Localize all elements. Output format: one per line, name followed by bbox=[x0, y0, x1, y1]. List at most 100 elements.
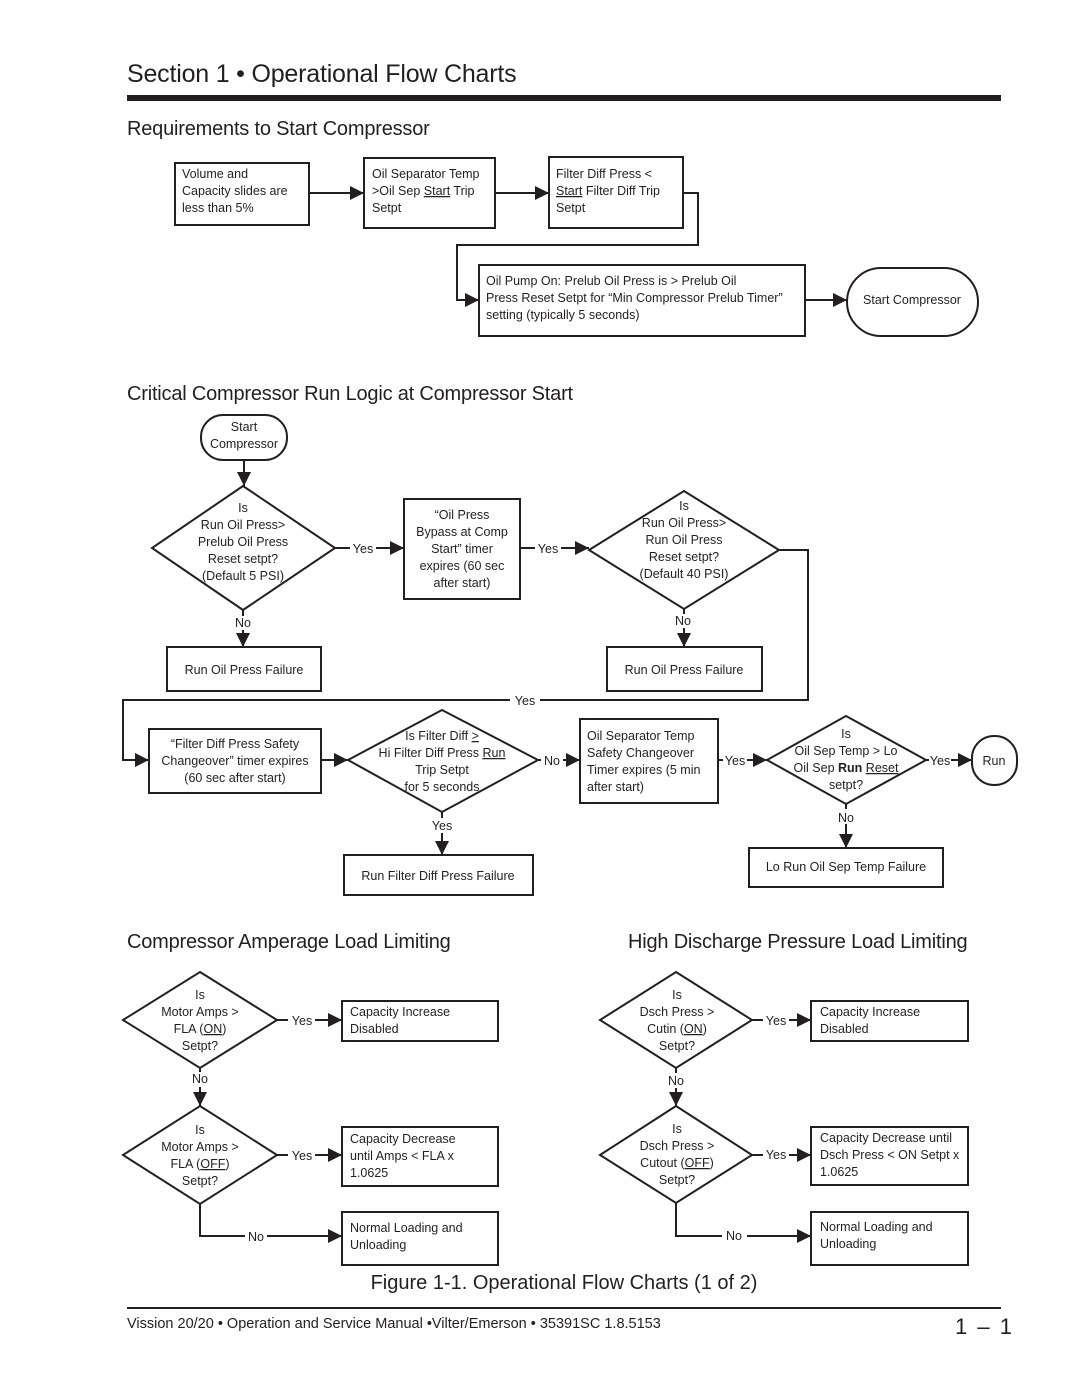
run-text: Run bbox=[983, 754, 1006, 768]
d3-text-4: for 5 seconds bbox=[404, 780, 479, 794]
label-no: No bbox=[192, 1072, 208, 1086]
page-number: 1 – 1 bbox=[955, 1314, 1014, 1339]
d2-text-1: Is bbox=[679, 499, 689, 513]
dsch-on-text-3: Cutin (ON) bbox=[647, 1022, 707, 1036]
d4-text-1: Is bbox=[841, 727, 851, 741]
dsch-box1-text-2: Disabled bbox=[820, 1022, 869, 1036]
amps-box1-text-1: Capacity Increase bbox=[350, 1005, 450, 1019]
d1-text-2: Run Oil Press> bbox=[201, 518, 285, 532]
label-no: No bbox=[726, 1229, 742, 1243]
amps-off-text-2: Motor Amps > bbox=[161, 1140, 238, 1154]
sep-fail-text: Lo Run Oil Sep Temp Failure bbox=[766, 860, 926, 874]
label-yes: Yes bbox=[432, 819, 452, 833]
pump-text-2: Press Reset Setpt for “Min Compressor Pr… bbox=[486, 291, 783, 305]
dsch-box3-text-1: Normal Loading and bbox=[820, 1220, 933, 1234]
amps-off-text-4: Setpt? bbox=[182, 1174, 218, 1188]
decision-amps-off bbox=[121, 1104, 279, 1206]
dsch-box2-text-2: Dsch Press < ON Setpt x bbox=[820, 1148, 960, 1162]
label-yes: Yes bbox=[292, 1149, 312, 1163]
d1-text-3: Prelub Oil Press bbox=[198, 535, 288, 549]
dsch-off-text-2: Dsch Press > bbox=[640, 1139, 715, 1153]
d2-text-3: Run Oil Press bbox=[645, 533, 722, 547]
d2-text-4: Reset setpt? bbox=[649, 550, 719, 564]
oilsep-text-2: >Oil Sep Start Trip bbox=[372, 184, 475, 198]
decision-amps-on bbox=[121, 970, 279, 1070]
d1-text-5: (Default 5 PSI) bbox=[202, 569, 284, 583]
label-yes: Yes bbox=[538, 542, 558, 556]
d2-text-2: Run Oil Press> bbox=[642, 516, 726, 530]
label-yes: Yes bbox=[515, 694, 535, 708]
filter-text-1: Filter Diff Press < bbox=[556, 167, 652, 181]
dsch-box3-text-2: Unloading bbox=[820, 1237, 876, 1251]
label-yes: Yes bbox=[353, 542, 373, 556]
dsch-off-text-3: Cutout (OFF) bbox=[640, 1156, 714, 1170]
decision-dsch-off bbox=[598, 1104, 754, 1205]
d1-text-4: Reset setpt? bbox=[208, 552, 278, 566]
dsch-box2-text-1: Capacity Decrease until bbox=[820, 1131, 952, 1145]
bypass-text-2: Bypass at Comp bbox=[416, 525, 508, 539]
filter-timer-text-1: “Filter Diff Press Safety bbox=[171, 737, 300, 751]
bypass-text-4: expires (60 sec bbox=[420, 559, 505, 573]
amps-box2-text-3: 1.0625 bbox=[350, 1166, 388, 1180]
label-no: No bbox=[248, 1230, 264, 1244]
oilsep-text-3: Setpt bbox=[372, 201, 402, 215]
d3-text-2: Hi Filter Diff Press Run bbox=[379, 746, 506, 760]
decision-dsch-on bbox=[598, 970, 754, 1070]
d3-text-3: Trip Setpt bbox=[415, 763, 469, 777]
amps-off-text-1: Is bbox=[195, 1123, 205, 1137]
label-yes: Yes bbox=[766, 1014, 786, 1028]
slides-text-3: less than 5% bbox=[182, 201, 254, 215]
amps-on-text-2: Motor Amps > bbox=[161, 1005, 238, 1019]
d4-text-2: Oil Sep Temp > Lo bbox=[795, 744, 898, 758]
label-no: No bbox=[544, 754, 560, 768]
label-no: No bbox=[235, 616, 251, 630]
filter-text-2: Start Filter Diff Trip bbox=[556, 184, 660, 198]
run-start-text-2: Compressor bbox=[210, 437, 278, 451]
label-no: No bbox=[838, 811, 854, 825]
filter-fail-text: Run Filter Diff Press Failure bbox=[361, 869, 514, 883]
dsch-off-text-4: Setpt? bbox=[659, 1173, 695, 1187]
label-yes: Yes bbox=[292, 1014, 312, 1028]
amps-box2-text-1: Capacity Decrease bbox=[350, 1132, 456, 1146]
label-no: No bbox=[668, 1074, 684, 1088]
amps-on-text-3: FLA (ON) bbox=[174, 1022, 227, 1036]
run-start-text-1: Start bbox=[231, 420, 258, 434]
footer-rule bbox=[127, 1307, 1001, 1309]
edge-dsch-off-no-a bbox=[675, 1203, 722, 1237]
dsch-on-text-4: Setpt? bbox=[659, 1039, 695, 1053]
fail1-text: Run Oil Press Failure bbox=[185, 663, 304, 677]
amps-box3-text-1: Normal Loading and bbox=[350, 1221, 463, 1235]
d4-text-4: setpt? bbox=[829, 778, 863, 792]
sep-timer-text-4: after start) bbox=[587, 780, 644, 794]
label-yes: Yes bbox=[930, 754, 950, 768]
footer-text: Vission 20/20 • Operation and Service Ma… bbox=[127, 1316, 661, 1332]
sep-timer-text-3: Timer expires (5 min bbox=[587, 763, 700, 777]
label-yes: Yes bbox=[725, 754, 745, 768]
d3-text-1: Is Filter Diff > bbox=[405, 729, 479, 743]
filter-text-3: Setpt bbox=[556, 201, 586, 215]
amps-box3-text-2: Unloading bbox=[350, 1238, 406, 1252]
slides-text-2: Capacity slides are bbox=[182, 184, 288, 198]
sep-timer-text-2: Safety Changeover bbox=[587, 746, 694, 760]
start-compressor-text: Start Compressor bbox=[863, 293, 961, 307]
d4-text-3: Oil Sep Run Reset bbox=[794, 761, 899, 775]
amps-box2-text-2: until Amps < FLA x bbox=[350, 1149, 455, 1163]
pump-text-3: setting (typically 5 seconds) bbox=[486, 308, 640, 322]
sep-timer-text-1: Oil Separator Temp bbox=[587, 729, 695, 743]
bypass-text-1: “Oil Press bbox=[435, 508, 490, 522]
slides-text-1: Volume and bbox=[182, 167, 248, 181]
dsch-off-text-1: Is bbox=[672, 1122, 682, 1136]
label-yes: Yes bbox=[766, 1148, 786, 1162]
oilsep-text-1: Oil Separator Temp bbox=[372, 167, 480, 181]
bypass-text-3: Start” timer bbox=[431, 542, 493, 556]
decision-filter-diff bbox=[345, 708, 541, 814]
fail2-text: Run Oil Press Failure bbox=[625, 663, 744, 677]
pump-text-1: Oil Pump On: Prelub Oil Press is > Prelu… bbox=[486, 274, 736, 288]
amps-on-text-1: Is bbox=[195, 988, 205, 1002]
label-no: No bbox=[675, 614, 691, 628]
amps-on-text-4: Setpt? bbox=[182, 1039, 218, 1053]
figure-caption: Figure 1-1. Operational Flow Charts (1 o… bbox=[370, 1272, 758, 1294]
d2-text-5: (Default 40 PSI) bbox=[640, 567, 729, 581]
dsch-on-text-1: Is bbox=[672, 988, 682, 1002]
amps-box1-text-2: Disabled bbox=[350, 1022, 399, 1036]
